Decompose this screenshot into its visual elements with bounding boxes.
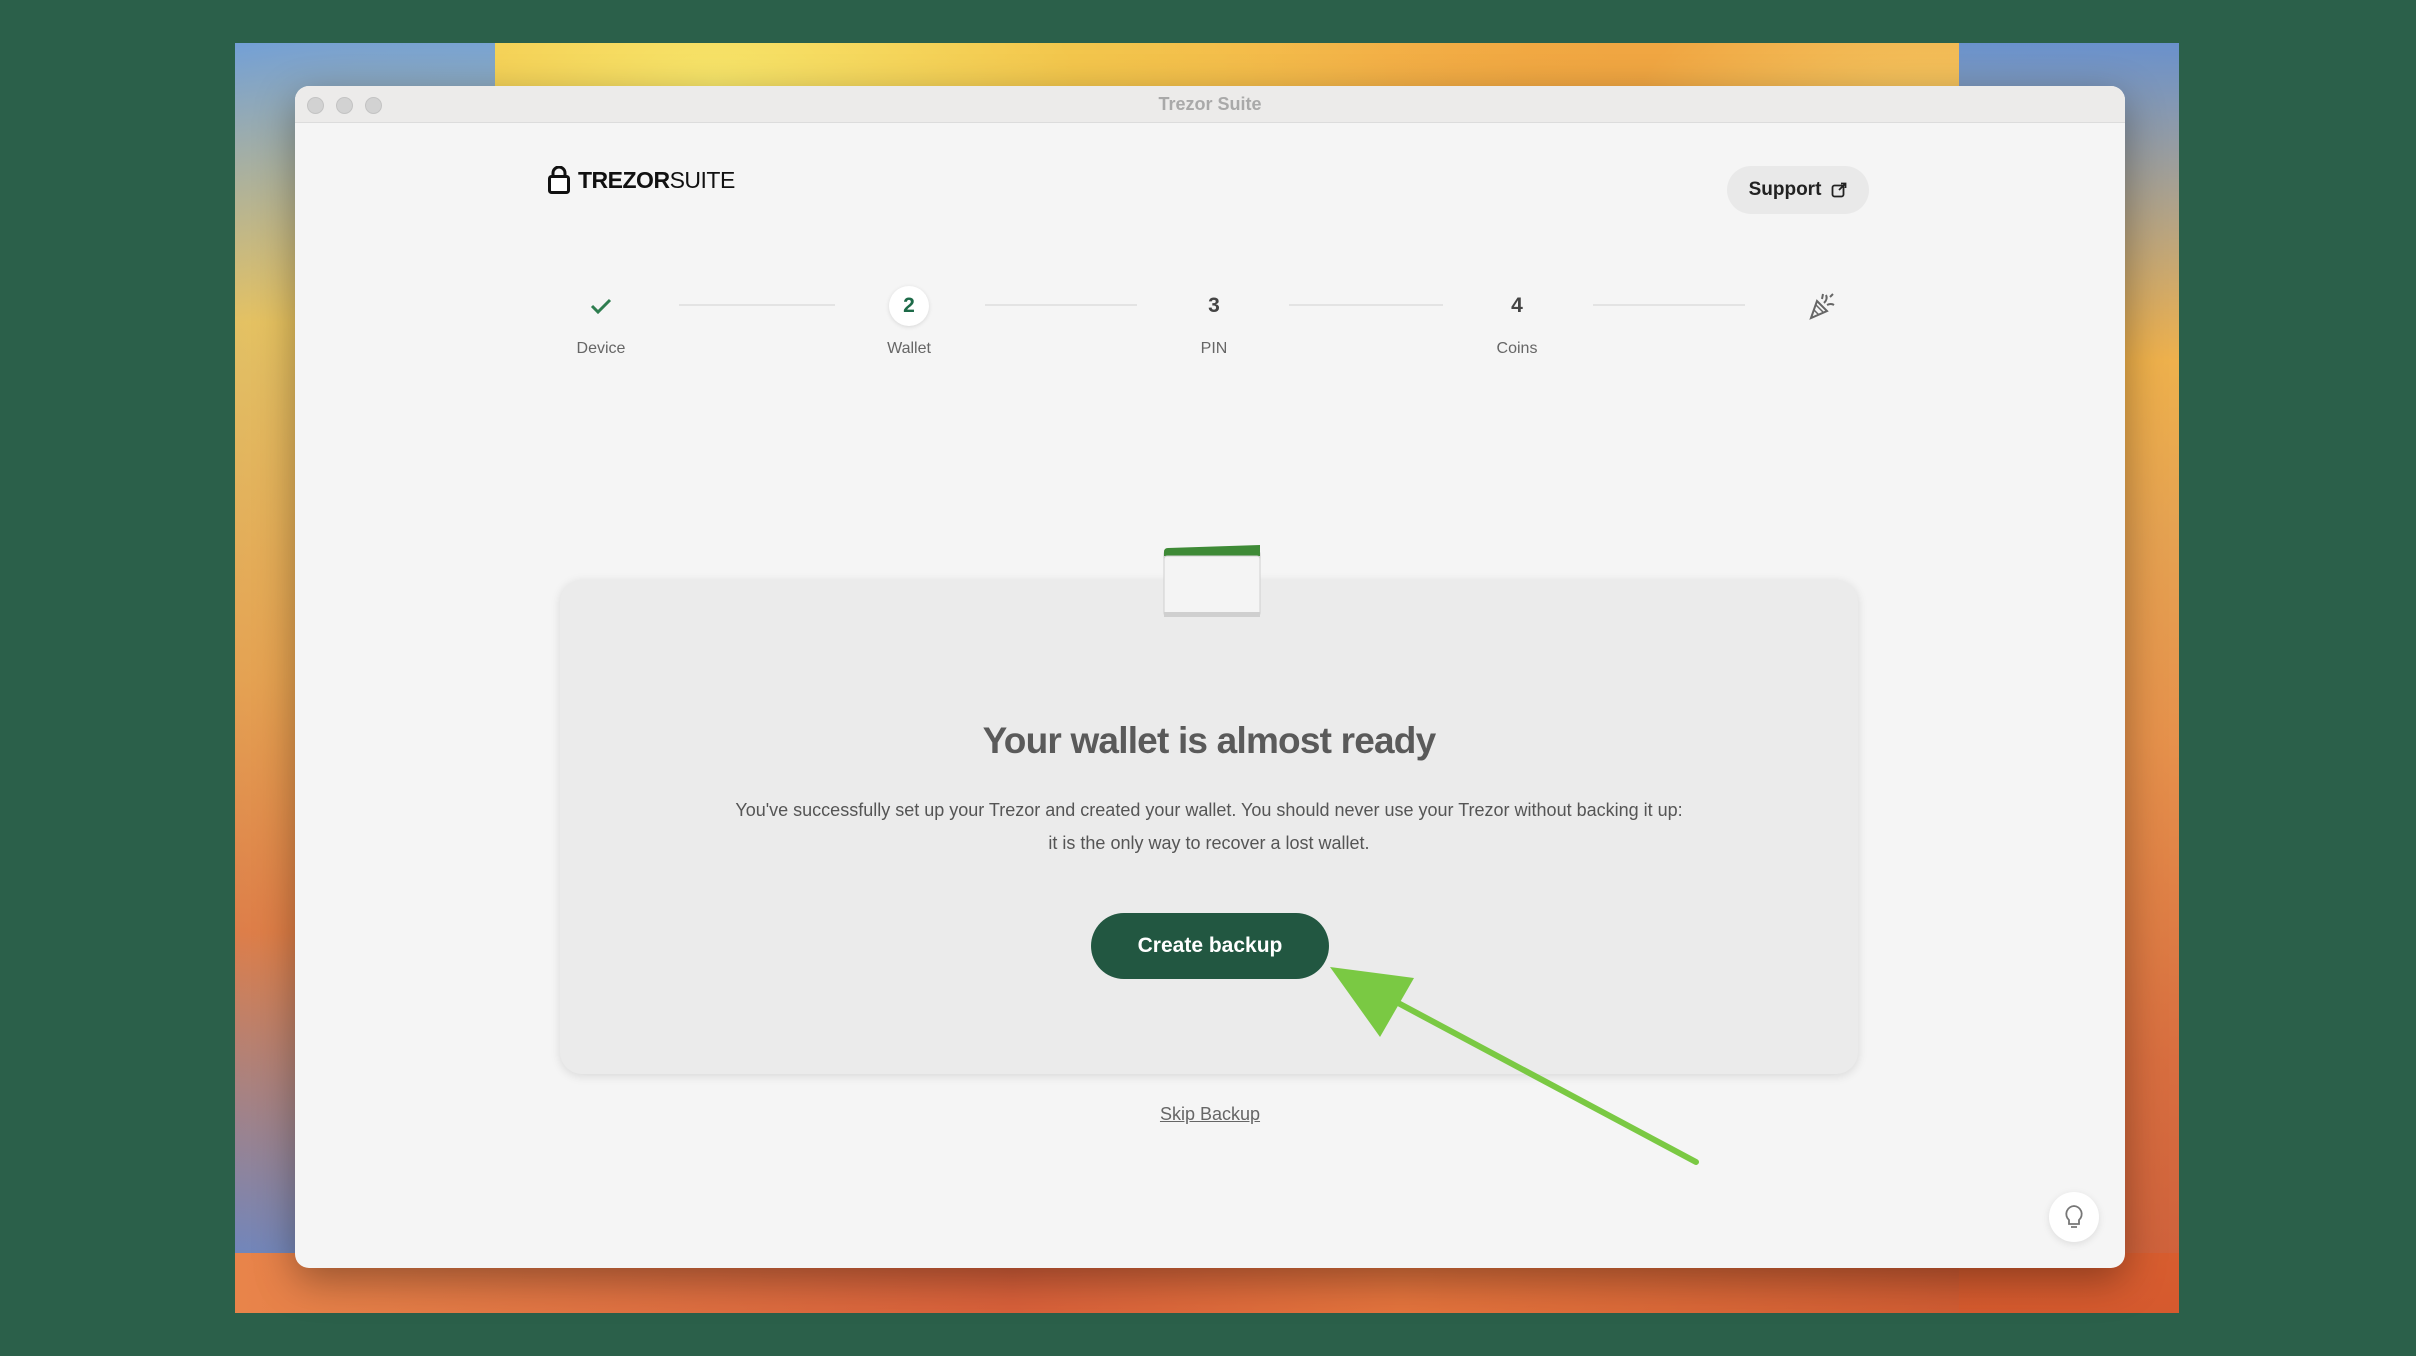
backup-card: Your wallet is almost ready You've succe… [560,580,1858,1074]
party-popper-icon [1802,286,1842,326]
step-label: PIN [1200,340,1228,357]
app-window: Trezor Suite TREZORSUITE Support Device … [295,86,2125,1268]
step-number: 2 [889,286,929,326]
step-connector [1289,304,1443,306]
step-label: Coins [1496,340,1538,357]
description-line: You've successfully set up your Trezor a… [735,800,1683,820]
card-description: You've successfully set up your Trezor a… [700,794,1718,860]
skip-backup-link[interactable]: Skip Backup [295,1104,2125,1125]
check-icon [581,286,621,326]
onboarding-stepper: Device 2 Wallet 3 PIN 4 Coins [295,86,2125,386]
description-line: it is the only way to recover a lost wal… [1048,833,1370,853]
card-heading: Your wallet is almost ready [982,720,1437,761]
step-connector [679,304,835,306]
step-label: Device [576,340,626,357]
step-number: 3 [1208,294,1220,317]
step-connector [1593,304,1745,306]
folder-illustration-icon [1163,545,1261,617]
step-connector [985,304,1137,306]
tips-button[interactable] [2049,1192,2099,1242]
step-label: Wallet [887,340,931,357]
lightbulb-icon [2065,1205,2083,1228]
step-number: 4 [1511,294,1523,317]
create-backup-button[interactable]: Create backup [1091,913,1329,979]
